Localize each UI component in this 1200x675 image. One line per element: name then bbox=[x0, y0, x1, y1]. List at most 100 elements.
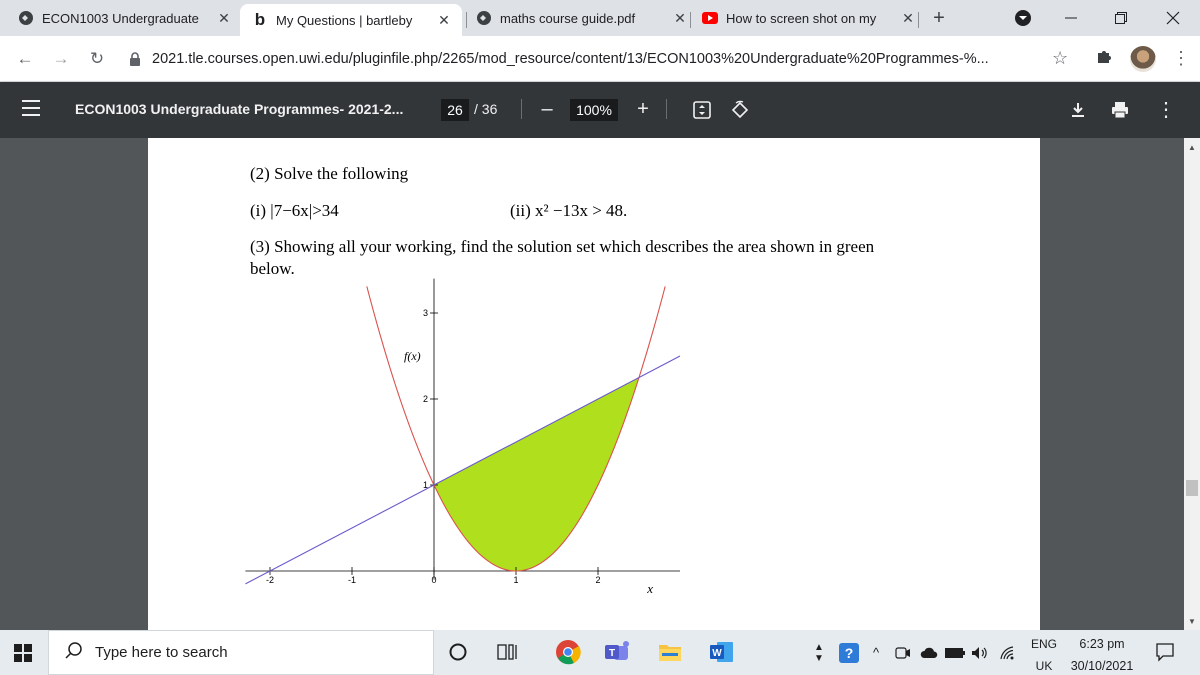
rotate-icon[interactable] bbox=[730, 100, 750, 120]
toolbar-divider bbox=[666, 99, 667, 119]
show-hidden-icons-icon[interactable]: ^ bbox=[866, 630, 886, 675]
x-tick-label: 2 bbox=[595, 575, 600, 585]
tab-title: ECON1003 Undergraduate bbox=[42, 10, 199, 26]
teams-icon[interactable]: T bbox=[604, 638, 632, 666]
green-shaded-area bbox=[434, 377, 639, 571]
pdf-more-icon[interactable]: ⋮ bbox=[1156, 100, 1176, 120]
zoom-out-button[interactable]: – bbox=[536, 96, 558, 122]
pdf-viewer: (2) Solve the following (i) |7−6x|>34 (i… bbox=[0, 138, 1184, 630]
x-tick-label: 0 bbox=[431, 575, 436, 585]
tab-title: My Questions | bartleby bbox=[276, 12, 413, 28]
tab-search-button[interactable] bbox=[1000, 0, 1046, 36]
browser-menu-icon[interactable]: ⋮ bbox=[1172, 48, 1190, 68]
x-tick-label: -2 bbox=[266, 575, 274, 585]
tab-title: How to screen shot on my bbox=[726, 10, 877, 26]
q2-part-i: (i) |7−6x|>34 bbox=[250, 201, 339, 220]
svg-text:W: W bbox=[712, 648, 722, 659]
zoom-level-input[interactable]: 100% bbox=[570, 99, 618, 121]
x-tick-label: -1 bbox=[348, 575, 356, 585]
zoom-in-button[interactable]: + bbox=[632, 96, 654, 122]
tab-bartleby[interactable]: b My Questions | bartleby ✕ bbox=[240, 4, 462, 36]
bookmark-star-icon[interactable]: ☆ bbox=[1052, 48, 1068, 68]
tab-strip: ECON1003 Undergraduate ✕ b My Questions … bbox=[0, 0, 1200, 36]
taskbar-search-box[interactable]: Type here to search bbox=[48, 630, 434, 675]
close-tab-icon[interactable]: ✕ bbox=[900, 10, 916, 27]
profile-avatar[interactable] bbox=[1130, 46, 1156, 72]
task-view-icon[interactable] bbox=[494, 638, 522, 666]
clock-date: 30/10/2021 bbox=[1070, 659, 1134, 673]
pdf-toolbar: ECON1003 Undergraduate Programmes- 2021-… bbox=[0, 82, 1200, 138]
input-language-indicator[interactable]: ENG UK bbox=[1028, 636, 1060, 674]
scrollbar-thumb[interactable] bbox=[1186, 480, 1198, 496]
svg-text:?: ? bbox=[845, 645, 854, 661]
q2-part-ii: (ii) x² −13x > 48. bbox=[510, 201, 628, 220]
notifications-icon[interactable] bbox=[1155, 642, 1177, 664]
lang-top: ENG bbox=[1030, 637, 1057, 651]
close-tab-icon[interactable]: ✕ bbox=[436, 12, 452, 29]
windows-start-icon[interactable] bbox=[14, 644, 32, 662]
scroll-up-arrow-icon[interactable]: ▲ bbox=[1186, 142, 1198, 154]
lang-bottom: UK bbox=[1035, 659, 1053, 673]
download-icon[interactable] bbox=[1068, 100, 1088, 120]
address-bar[interactable]: 2021.tle.courses.open.uwi.edu/pluginfile… bbox=[122, 44, 1084, 74]
y-tick-label: 2 bbox=[423, 394, 428, 404]
restore-icon[interactable] bbox=[1098, 0, 1144, 36]
tab-maths-guide[interactable]: maths course guide.pdf ✕ bbox=[476, 0, 688, 36]
file-explorer-icon[interactable] bbox=[656, 638, 684, 666]
x-axis-label: x bbox=[646, 581, 653, 596]
word-icon[interactable]: W bbox=[708, 638, 736, 666]
close-window-icon[interactable] bbox=[1150, 0, 1196, 36]
new-tab-button[interactable]: + bbox=[928, 8, 950, 30]
taskbar-clock[interactable]: 6:23 pm 30/10/2021 bbox=[1064, 636, 1140, 674]
search-icon bbox=[65, 642, 85, 663]
globe-icon bbox=[18, 10, 34, 26]
function-graph: -2 -1 0 1 2 123 f(x) x bbox=[245, 278, 681, 596]
back-button[interactable]: ← bbox=[14, 48, 36, 70]
close-tab-icon[interactable]: ✕ bbox=[672, 10, 688, 27]
lock-icon bbox=[126, 52, 144, 66]
tab-separator bbox=[466, 12, 467, 28]
reload-button[interactable]: ↻ bbox=[86, 48, 108, 70]
pdf-page: (2) Solve the following (i) |7−6x|>34 (i… bbox=[148, 138, 1040, 630]
vertical-scrollbar[interactable] bbox=[1184, 138, 1200, 630]
tab-title: maths course guide.pdf bbox=[500, 10, 636, 26]
q2-heading: (2) Solve the following bbox=[250, 164, 409, 183]
y-tick-label: 3 bbox=[423, 308, 428, 318]
youtube-icon bbox=[702, 10, 718, 26]
x-tick-label: 1 bbox=[513, 575, 518, 585]
svg-text:T: T bbox=[609, 648, 615, 659]
wifi-icon[interactable] bbox=[996, 630, 1020, 675]
q3-line2: below. bbox=[250, 259, 295, 278]
fit-to-page-icon[interactable] bbox=[692, 100, 712, 120]
chrome-icon[interactable] bbox=[554, 638, 582, 666]
bartleby-b-icon: b bbox=[254, 10, 266, 29]
minimize-icon[interactable] bbox=[1048, 0, 1094, 36]
tray-scroll-arrows-icon[interactable]: ▲ ▼ bbox=[812, 630, 826, 675]
q3-line1: (3) Showing all your working, find the s… bbox=[250, 237, 875, 256]
scroll-down-arrow-icon[interactable]: ▼ bbox=[1186, 616, 1198, 628]
y-axis-label: f(x) bbox=[404, 349, 421, 363]
battery-icon[interactable] bbox=[944, 630, 966, 675]
help-icon[interactable]: ? bbox=[836, 630, 862, 675]
clock-time: 6:23 pm bbox=[1079, 637, 1125, 651]
page-total: / 36 bbox=[474, 101, 498, 117]
extensions-puzzle-icon[interactable] bbox=[1096, 49, 1112, 70]
onedrive-cloud-icon[interactable] bbox=[918, 630, 940, 675]
url-text: 2021.tle.courses.open.uwi.edu/pluginfile… bbox=[152, 51, 989, 67]
forward-button[interactable]: → bbox=[50, 48, 72, 70]
tab-separator bbox=[690, 12, 691, 28]
browser-toolbar: ← → ↻ 2021.tle.courses.open.uwi.edu/plug… bbox=[0, 36, 1200, 82]
cortana-icon[interactable] bbox=[444, 638, 472, 666]
linear-line bbox=[245, 355, 681, 585]
tab-econ1003[interactable]: ECON1003 Undergraduate ✕ bbox=[18, 0, 232, 36]
close-tab-icon[interactable]: ✕ bbox=[216, 10, 232, 27]
tab-youtube[interactable]: How to screen shot on my ✕ bbox=[702, 0, 916, 36]
tab-separator bbox=[918, 12, 919, 28]
meet-now-icon[interactable] bbox=[892, 630, 914, 675]
pdf-title: ECON1003 Undergraduate Programmes- 2021-… bbox=[75, 101, 404, 117]
volume-icon[interactable] bbox=[968, 630, 992, 675]
print-icon[interactable] bbox=[1110, 100, 1130, 120]
toolbar-divider bbox=[521, 99, 522, 119]
pdf-sidebar-menu-icon[interactable] bbox=[22, 100, 40, 116]
page-number-input[interactable]: 26 bbox=[441, 99, 469, 121]
